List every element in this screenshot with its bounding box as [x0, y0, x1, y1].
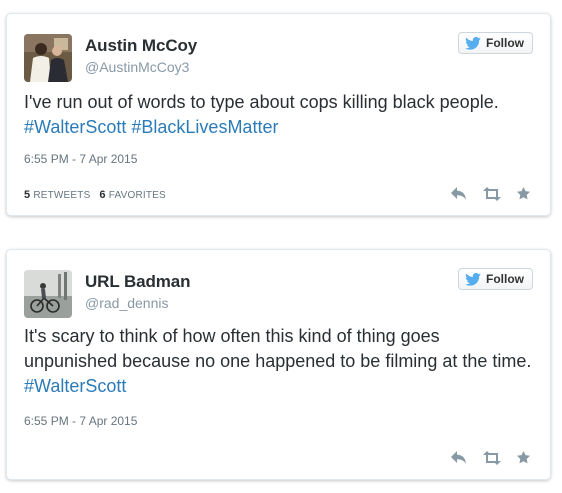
- user-name[interactable]: URL Badman: [85, 272, 191, 292]
- tweet-stats: 5 RETWEETS 6 FAVORITES: [24, 189, 166, 201]
- favorite-count[interactable]: 6: [99, 189, 105, 201]
- timestamp[interactable]: 6:55 PM - 7 Apr 2015: [24, 414, 137, 428]
- hashtag-link[interactable]: #WalterScott: [24, 117, 126, 137]
- tweet-actions: [450, 186, 531, 201]
- user-name[interactable]: Austin McCoy: [85, 36, 197, 56]
- user-handle[interactable]: @rad_dennis: [85, 295, 169, 311]
- twitter-bird-icon: [465, 36, 481, 50]
- tweet-actions: [450, 450, 531, 465]
- retweet-icon[interactable]: [482, 450, 502, 465]
- tweet-card: URL Badman @rad_dennis Follow It's scary…: [6, 249, 551, 480]
- tweet-card: Austin McCoy @AustinMcCoy3 Follow I've r…: [6, 13, 551, 216]
- retweet-label[interactable]: RETWEETS: [33, 190, 90, 201]
- user-handle[interactable]: @AustinMcCoy3: [85, 59, 189, 75]
- tweet-body: I've run out of words to type about cops…: [24, 92, 499, 112]
- reply-icon[interactable]: [450, 450, 468, 465]
- tweet-text: It's scary to think of how often this ki…: [24, 324, 533, 399]
- reply-icon[interactable]: [450, 186, 468, 201]
- hashtag-link[interactable]: #BlackLivesMatter: [131, 117, 278, 137]
- twitter-bird-icon: [465, 272, 481, 286]
- timestamp[interactable]: 6:55 PM - 7 Apr 2015: [24, 152, 137, 166]
- star-icon[interactable]: [516, 450, 531, 465]
- avatar[interactable]: [24, 270, 72, 318]
- favorite-label[interactable]: FAVORITES: [109, 190, 166, 201]
- retweet-icon[interactable]: [482, 186, 502, 201]
- follow-label: Follow: [486, 36, 524, 50]
- hashtag-link[interactable]: #WalterScott: [24, 376, 126, 396]
- star-icon[interactable]: [516, 186, 531, 201]
- avatar[interactable]: [24, 34, 72, 82]
- retweet-count[interactable]: 5: [24, 189, 30, 201]
- tweet-text: I've run out of words to type about cops…: [24, 90, 533, 140]
- follow-button[interactable]: Follow: [458, 268, 533, 290]
- tweet-body: It's scary to think of how often this ki…: [24, 326, 532, 371]
- follow-button[interactable]: Follow: [458, 32, 533, 54]
- follow-label: Follow: [486, 272, 524, 286]
